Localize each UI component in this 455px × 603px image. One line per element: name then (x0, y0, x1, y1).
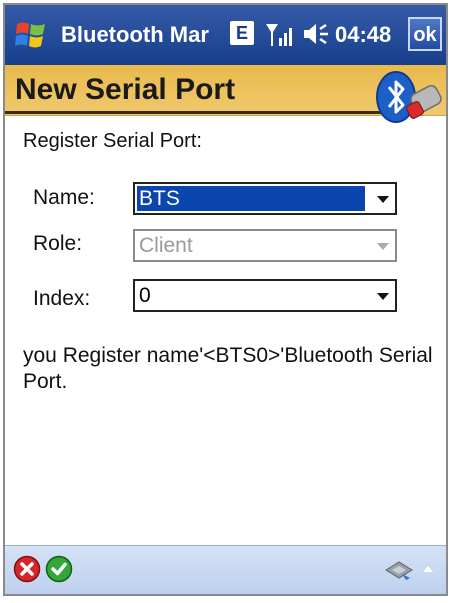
role-dropdown-value: Client (139, 234, 193, 257)
up-arrow-icon[interactable] (423, 566, 433, 572)
chevron-down-icon[interactable] (377, 293, 389, 300)
ok-button[interactable]: ok (408, 17, 442, 51)
index-label: Index: (33, 287, 91, 310)
signal-icon[interactable] (264, 20, 296, 50)
bottom-toolbar (5, 545, 446, 594)
name-dropdown[interactable]: BTS (133, 182, 397, 215)
keyboard-icon[interactable] (384, 558, 414, 582)
cancel-icon[interactable] (13, 555, 41, 583)
name-dropdown-value: BTS (137, 186, 365, 211)
role-dropdown: Client (133, 229, 397, 262)
form-subtitle: Register Serial Port: (23, 130, 202, 152)
status-message: you Register name'<BTS0>'Bluetooth Seria… (23, 344, 433, 393)
title-bar: Bluetooth Mar E 04:48 ok (5, 5, 446, 66)
device-screen: Bluetooth Mar E 04:48 ok New Serial Port… (3, 3, 448, 596)
accept-icon[interactable] (45, 555, 73, 583)
app-title: Bluetooth Mar (61, 22, 209, 47)
chevron-down-icon (377, 243, 389, 250)
name-label: Name: (33, 186, 95, 209)
header-divider (5, 111, 389, 114)
windows-start-icon[interactable] (13, 18, 49, 52)
page-title: New Serial Port (15, 73, 236, 106)
network-type-badge: E (230, 21, 254, 45)
speaker-icon[interactable] (302, 21, 330, 47)
role-label: Role: (33, 232, 83, 255)
chevron-down-icon[interactable] (377, 196, 389, 203)
clock[interactable]: 04:48 (335, 22, 391, 48)
index-dropdown-value: 0 (139, 284, 151, 307)
index-dropdown[interactable]: 0 (133, 279, 397, 312)
bluetooth-icon (376, 71, 442, 123)
